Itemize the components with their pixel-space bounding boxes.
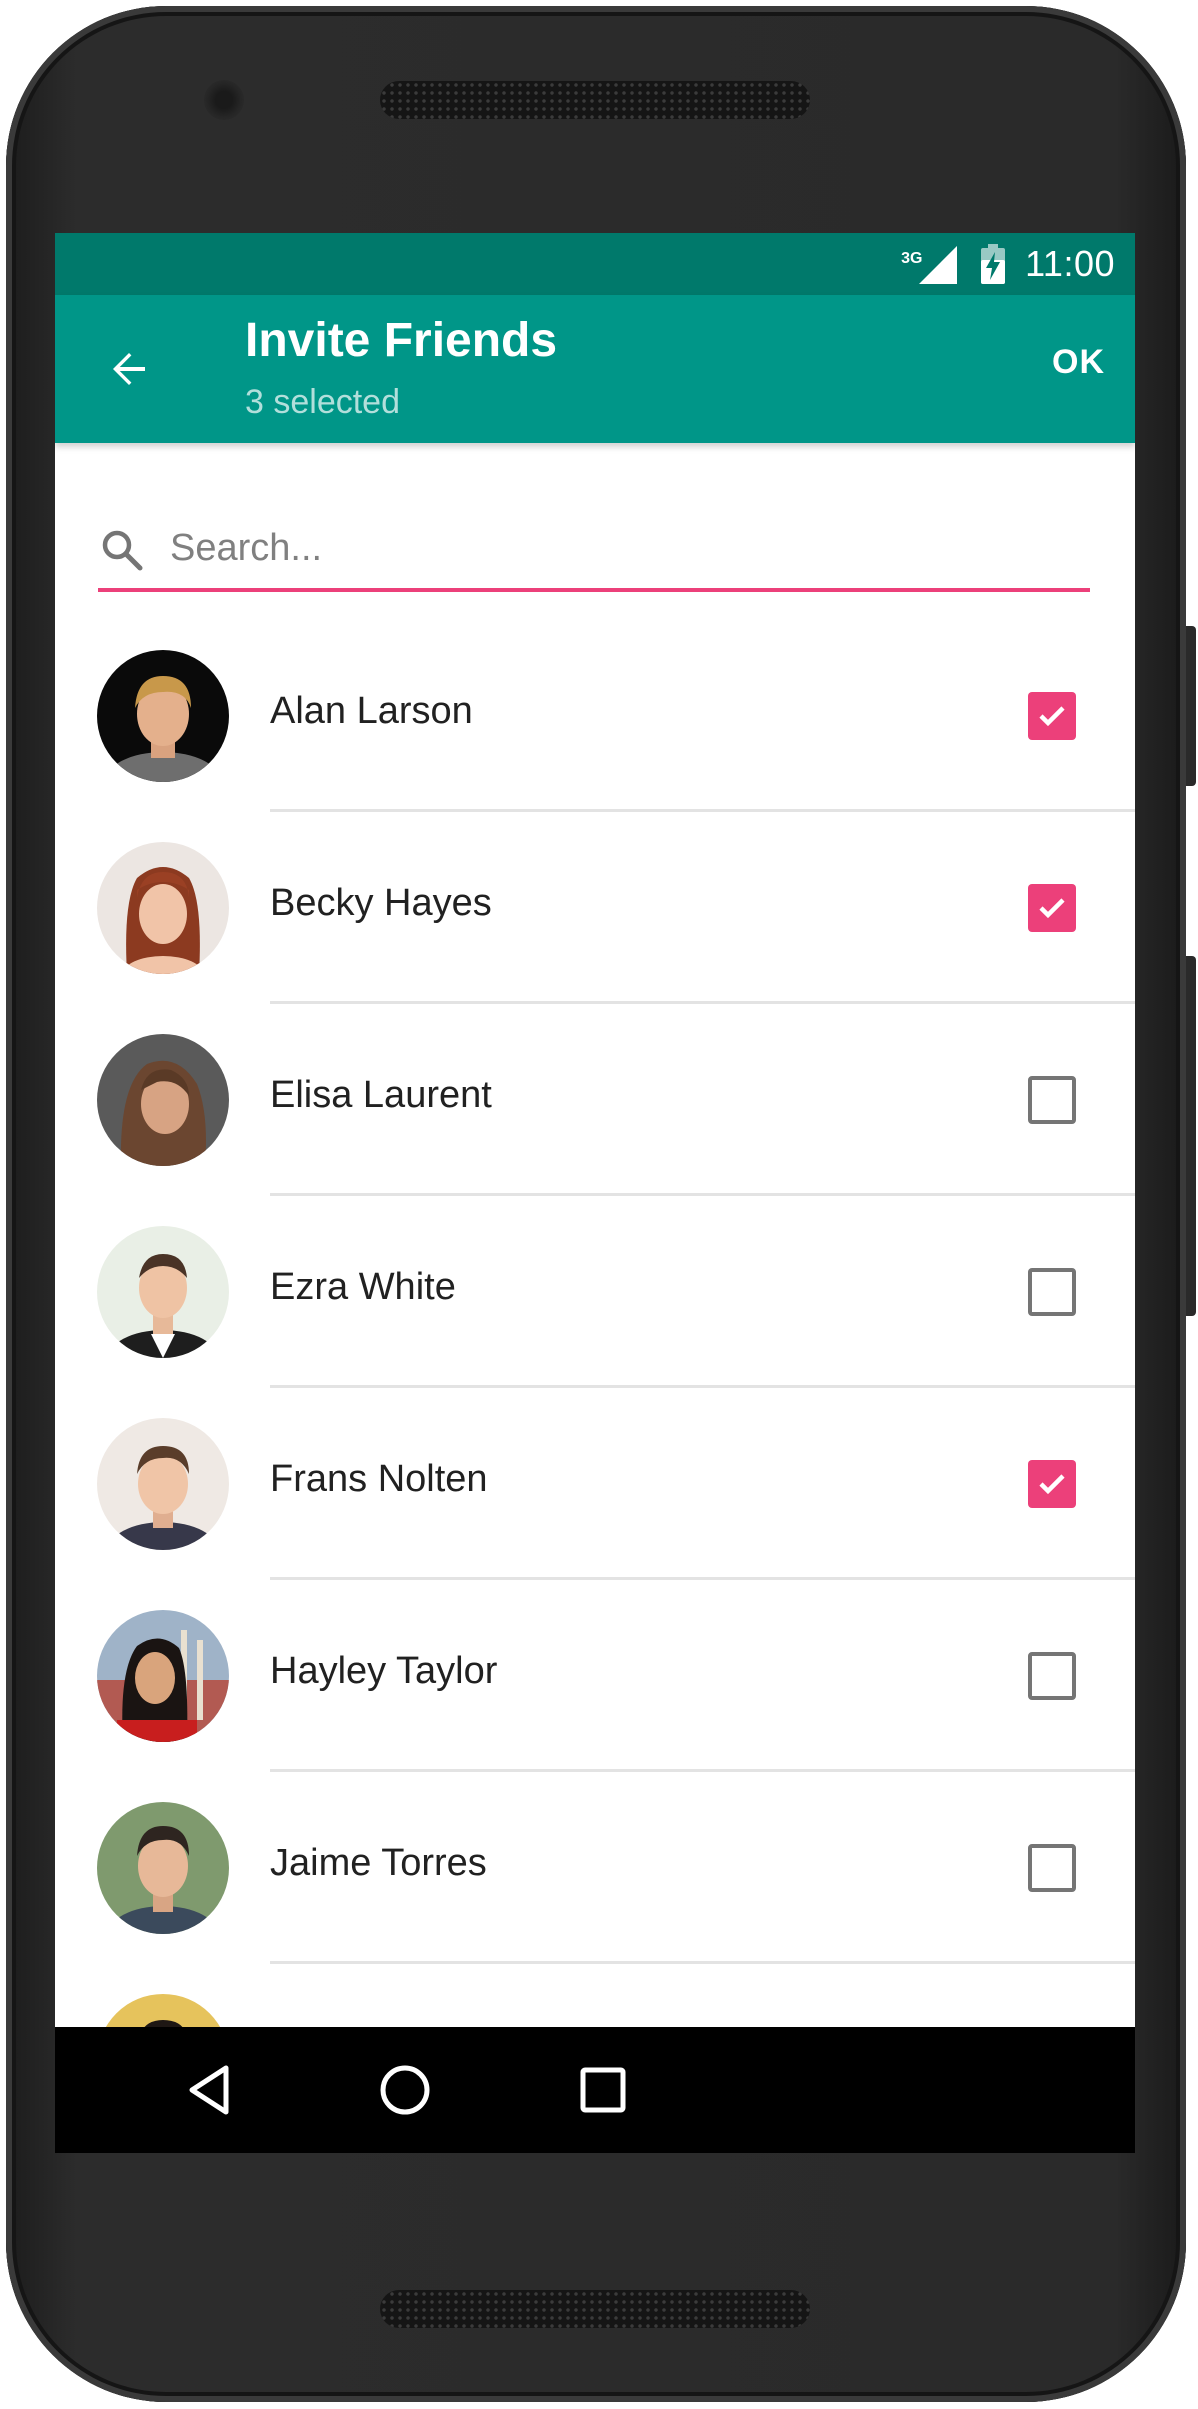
friend-name: Jaime Torres xyxy=(270,1842,487,1884)
volume-button xyxy=(1186,956,1196,1316)
page-title: Invite Friends xyxy=(245,314,558,367)
status-time: 11:00 xyxy=(1025,243,1115,284)
power-button xyxy=(1186,626,1196,786)
avatar xyxy=(97,1610,229,1742)
checkbox-checked[interactable] xyxy=(1028,1460,1076,1508)
checkbox-checked[interactable] xyxy=(1028,884,1076,932)
battery-charging-icon xyxy=(981,244,1006,284)
avatar xyxy=(97,1802,229,1934)
top-speaker-grille xyxy=(380,81,810,119)
search-input[interactable] xyxy=(170,518,1070,578)
friend-name: Frans Nolten xyxy=(270,1458,488,1500)
nav-back-button[interactable] xyxy=(172,2052,248,2128)
checkbox-unchecked[interactable] xyxy=(1028,1652,1076,1700)
search-bar xyxy=(98,508,1090,592)
friend-name: Elisa Laurent xyxy=(270,1074,492,1116)
app-screen: 3G 11:00 Invite Friends 3 selected OK Se… xyxy=(55,233,1135,2153)
recents-square-icon xyxy=(580,2067,626,2113)
avatar xyxy=(97,1418,229,1550)
checkbox-unchecked[interactable] xyxy=(1028,1844,1076,1892)
friend-name: Hayley Taylor xyxy=(270,1650,498,1692)
back-triangle-icon xyxy=(189,2065,229,2115)
arrow-back-icon xyxy=(113,353,145,385)
friends-list: Alan Larson Becky Hayes Elisa Laurent Ez… xyxy=(55,620,1135,2153)
list-item[interactable]: Elisa Laurent xyxy=(55,1004,1135,1196)
front-camera xyxy=(204,80,244,120)
avatar xyxy=(97,650,229,782)
list-item[interactable]: Ezra White xyxy=(55,1196,1135,1388)
ok-button[interactable]: OK xyxy=(1052,343,1105,382)
list-item[interactable]: Jaime Torres xyxy=(55,1772,1135,1964)
friend-name: Alan Larson xyxy=(270,690,473,732)
signal-icon: 3G xyxy=(901,242,959,286)
selection-count: 3 selected xyxy=(245,383,400,421)
avatar xyxy=(97,842,229,974)
nav-home-button[interactable] xyxy=(367,2052,443,2128)
list-item[interactable]: Frans Nolten xyxy=(55,1388,1135,1580)
list-item[interactable]: Becky Hayes xyxy=(55,812,1135,1004)
checkbox-unchecked[interactable] xyxy=(1028,1076,1076,1124)
avatar xyxy=(97,1226,229,1358)
friend-name: Ezra White xyxy=(270,1266,456,1308)
app-bar: Invite Friends 3 selected OK xyxy=(55,295,1135,443)
home-circle-icon xyxy=(380,2065,430,2115)
checkmark-icon xyxy=(1039,706,1065,727)
back-button[interactable] xyxy=(95,335,163,403)
checkmark-icon xyxy=(1039,1474,1065,1495)
network-type-label: 3G xyxy=(901,250,923,267)
system-nav-bar xyxy=(55,2027,1135,2153)
friend-name: Becky Hayes xyxy=(270,882,492,924)
checkmark-icon xyxy=(1039,898,1065,919)
bottom-speaker-grille xyxy=(380,2290,810,2328)
avatar xyxy=(97,1034,229,1166)
search-icon xyxy=(102,530,143,571)
status-bar: 3G 11:00 xyxy=(55,233,1135,295)
checkbox-unchecked[interactable] xyxy=(1028,1268,1076,1316)
list-item[interactable]: Hayley Taylor xyxy=(55,1580,1135,1772)
list-item[interactable]: Alan Larson xyxy=(55,620,1135,812)
checkbox-checked[interactable] xyxy=(1028,692,1076,740)
nav-recents-button[interactable] xyxy=(565,2052,641,2128)
